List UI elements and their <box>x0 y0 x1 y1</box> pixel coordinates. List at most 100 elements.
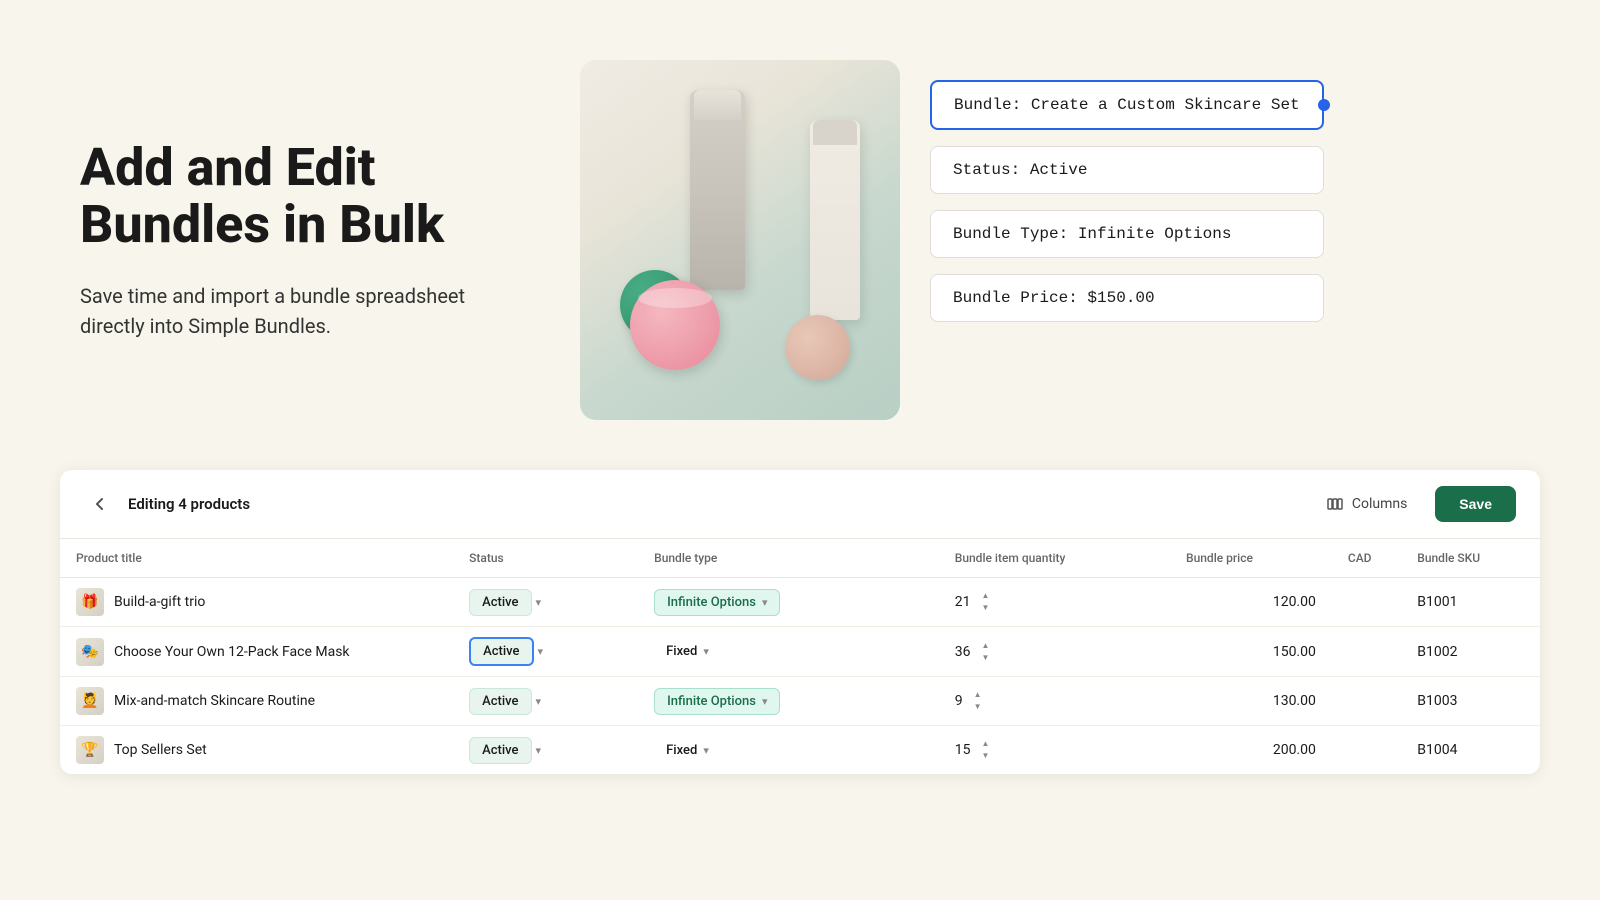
bundle-type-chevron: ▾ <box>703 744 709 757</box>
product-title: Choose Your Own 12-Pack Face Mask <box>114 644 350 660</box>
status-chevron: ▾ <box>538 645 544 658</box>
table-body: 🎁 Build-a-gift trio Active ▾ Infinite Op… <box>60 578 1540 775</box>
info-card-price-label: Bundle Price: $150.00 <box>953 289 1155 307</box>
quantity-spinner[interactable]: ▲ ▼ <box>979 739 993 761</box>
quantity-up[interactable]: ▲ <box>971 690 985 700</box>
col-header-sku: Bundle SKU <box>1401 539 1540 578</box>
table-row: 🎭 Choose Your Own 12-Pack Face Mask Acti… <box>60 627 1540 677</box>
info-card-price: Bundle Price: $150.00 <box>930 274 1324 322</box>
product-cell: 🏆 Top Sellers Set <box>76 736 437 764</box>
save-button[interactable]: Save <box>1435 486 1516 522</box>
quantity-down[interactable]: ▼ <box>979 603 993 613</box>
status-cell[interactable]: Active ▾ <box>453 677 638 726</box>
status-badge[interactable]: Active <box>469 737 531 764</box>
hero-visual: Bundle: Create a Custom Skincare Set Sta… <box>580 60 1520 420</box>
bundle-type-badge[interactable]: Fixed ▾ <box>654 639 721 664</box>
table-header: Editing 4 products Columns Save <box>60 470 1540 539</box>
status-dropdown[interactable]: Active ▾ <box>469 589 622 616</box>
status-badge[interactable]: Active <box>469 688 531 715</box>
quantity-value: 15 <box>955 742 971 758</box>
status-dropdown[interactable]: Active ▾ <box>469 688 622 715</box>
bundle-type-cell[interactable]: Infinite Options ▾ <box>638 578 939 627</box>
quantity-spinner[interactable]: ▲ ▼ <box>979 641 993 663</box>
bundle-type-chevron: ▾ <box>703 645 709 658</box>
info-card-status: Status: Active <box>930 146 1324 194</box>
quantity-container: 15 ▲ ▼ <box>955 739 1154 761</box>
col-header-bundle-type: Bundle type <box>638 539 939 578</box>
sku-cell: B1003 <box>1401 677 1540 726</box>
product-title: Top Sellers Set <box>114 742 207 758</box>
columns-label: Columns <box>1352 496 1407 512</box>
hero-title: Add and Edit Bundles in Bulk <box>80 139 500 253</box>
quantity-cell: 9 ▲ ▼ <box>939 677 1170 726</box>
bundle-type-cell[interactable]: Fixed ▾ <box>638 726 939 775</box>
product-thumbnail: 🏆 <box>76 736 104 764</box>
bundle-type-cell[interactable]: Infinite Options ▾ <box>638 677 939 726</box>
quantity-spinner[interactable]: ▲ ▼ <box>971 690 985 712</box>
status-chevron: ▾ <box>536 744 542 757</box>
sku-value: B1004 <box>1417 742 1457 758</box>
product-thumbnail: 💆 <box>76 687 104 715</box>
status-cell[interactable]: Active ▾ <box>453 726 638 775</box>
product-cell: 🎭 Choose Your Own 12-Pack Face Mask <box>76 638 437 666</box>
hero-text: Add and Edit Bundles in Bulk Save time a… <box>80 139 500 341</box>
table-section: Editing 4 products Columns Save Product … <box>60 470 1540 774</box>
product-title: Mix-and-match Skincare Routine <box>114 693 315 709</box>
product-placeholder <box>580 60 900 420</box>
status-chevron: ▾ <box>536 596 542 609</box>
status-dropdown[interactable]: Active ▾ <box>469 737 622 764</box>
quantity-down[interactable]: ▼ <box>979 751 993 761</box>
product-thumbnail: 🎁 <box>76 588 104 616</box>
quantity-up[interactable]: ▲ <box>979 591 993 601</box>
status-badge[interactable]: Active <box>469 589 531 616</box>
col-header-product: Product title <box>60 539 453 578</box>
quantity-down[interactable]: ▼ <box>979 653 993 663</box>
cad-cell <box>1332 627 1401 677</box>
quantity-container: 9 ▲ ▼ <box>955 690 1154 712</box>
quantity-container: 36 ▲ ▼ <box>955 641 1154 663</box>
quantity-cell: 15 ▲ ▼ <box>939 726 1170 775</box>
quantity-up[interactable]: ▲ <box>979 739 993 749</box>
quantity-value: 36 <box>955 644 971 660</box>
info-card-bundle-label: Bundle: Create a Custom Skincare Set <box>954 96 1300 114</box>
price-value: 150.00 <box>1273 644 1316 660</box>
products-table: Product title Status Bundle type Bundle … <box>60 539 1540 774</box>
sku-value: B1001 <box>1417 594 1457 610</box>
bundle-type-badge[interactable]: Infinite Options ▾ <box>654 688 780 715</box>
quantity-spinner[interactable]: ▲ ▼ <box>979 591 993 613</box>
col-header-status: Status <box>453 539 638 578</box>
editing-label: Editing 4 products <box>128 495 250 513</box>
bundle-type-chevron: ▾ <box>762 695 768 708</box>
product-title-cell: 🎭 Choose Your Own 12-Pack Face Mask <box>60 627 453 677</box>
columns-button[interactable]: Columns <box>1314 487 1419 521</box>
status-cell[interactable]: Active ▾ <box>453 578 638 627</box>
price-value: 200.00 <box>1273 742 1316 758</box>
columns-icon <box>1326 495 1344 513</box>
price-value: 130.00 <box>1273 693 1316 709</box>
quantity-cell: 36 ▲ ▼ <box>939 627 1170 677</box>
cad-cell <box>1332 578 1401 627</box>
skincare-items <box>610 90 870 390</box>
quantity-up[interactable]: ▲ <box>979 641 993 651</box>
header-actions: Columns Save <box>1314 486 1516 522</box>
sku-cell: B1002 <box>1401 627 1540 677</box>
bundle-type-cell[interactable]: Fixed ▾ <box>638 627 939 677</box>
product-cell: 🎁 Build-a-gift trio <box>76 588 437 616</box>
status-badge[interactable]: Active <box>469 637 533 666</box>
product-title-cell: 💆 Mix-and-match Skincare Routine <box>60 677 453 726</box>
price-value: 120.00 <box>1273 594 1316 610</box>
status-dropdown[interactable]: Active ▾ <box>469 637 622 666</box>
hero-section: Add and Edit Bundles in Bulk Save time a… <box>0 0 1600 460</box>
bundle-type-badge[interactable]: Fixed ▾ <box>654 738 721 763</box>
info-card-bundle-type: Bundle Type: Infinite Options <box>930 210 1324 258</box>
status-cell[interactable]: Active ▾ <box>453 627 638 677</box>
quantity-container: 21 ▲ ▼ <box>955 591 1154 613</box>
back-button[interactable] <box>84 488 116 520</box>
cad-cell <box>1332 726 1401 775</box>
table-header-row: Product title Status Bundle type Bundle … <box>60 539 1540 578</box>
status-chevron: ▾ <box>536 695 542 708</box>
quantity-down[interactable]: ▼ <box>971 702 985 712</box>
price-cell: 150.00 <box>1170 627 1332 677</box>
product-cell: 💆 Mix-and-match Skincare Routine <box>76 687 437 715</box>
bundle-type-badge[interactable]: Infinite Options ▾ <box>654 589 780 616</box>
